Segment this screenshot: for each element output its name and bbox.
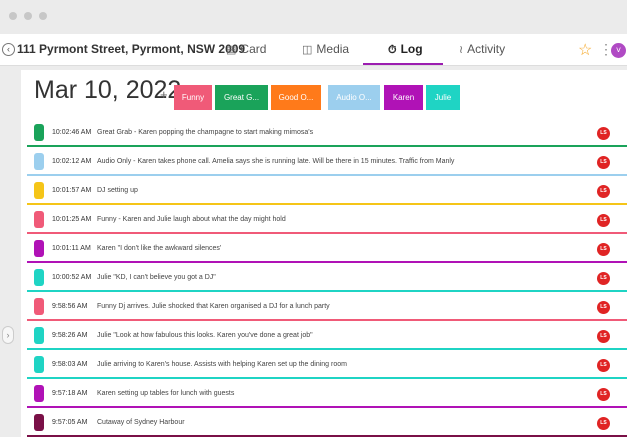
log-entry-time: 10:02:46 AM [52,129,92,136]
top-navigation-bar: ‹ 111 Pyrmont Street, Pyrmont, NSW 2009 … [0,34,627,82]
log-entry-time: 9:58:03 AM [52,361,88,368]
log-entry-text: Great Grab - Karen popping the champagne… [97,129,314,136]
category-color-swatch [34,153,44,170]
category-chip[interactable]: Karen [384,85,423,110]
log-entry-text: Funny Dj arrives. Julie shocked that Kar… [97,303,330,310]
log-entry-time: 9:58:56 AM [52,303,88,310]
log-entry-row[interactable]: 9:57:18 AM Karen setting up tables for lu… [27,380,627,408]
user-avatar[interactable]: ˅ [611,43,626,58]
category-color-swatch [34,182,44,199]
category-underline [27,319,627,321]
category-color-swatch [34,327,44,344]
tab-log[interactable]: ⏱ Log [388,42,423,57]
tab-media-label: Media [316,42,350,56]
log-entry-row[interactable]: 9:58:26 AM Julie "Look at how fabulous th… [27,322,627,350]
app-window: ‹ 111 Pyrmont Street, Pyrmont, NSW 2009 … [0,0,627,437]
sidebar-toggle-icon[interactable]: › [2,326,14,344]
author-initials-badge[interactable]: LS [597,185,610,198]
log-entry-text: Karen setting up tables for lunch with g… [97,390,235,397]
log-entry-time: 10:01:25 AM [52,216,92,223]
category-chip[interactable]: Great G... [215,85,268,110]
author-initials-badge[interactable]: LS [597,359,610,372]
log-entry-row[interactable]: 9:58:56 AM Funny Dj arrives. Julie shocke… [27,293,627,321]
log-entry-text: Julie "Look at how fabulous this looks. … [97,332,313,339]
category-color-swatch [34,240,44,257]
category-underline [27,290,627,292]
log-entry-row[interactable]: 10:01:57 AM DJ setting up LS [27,177,627,205]
category-color-swatch [34,211,44,228]
category-chip[interactable]: Funny [174,85,212,110]
category-underline [27,203,627,205]
category-underline [27,232,627,234]
log-entry-row[interactable]: 9:57:05 AM Cutaway of Sydney Harbour LS [27,409,627,437]
author-initials-badge[interactable]: LS [597,156,610,169]
log-entry-text: Cutaway of Sydney Harbour [97,419,185,426]
tab-activity[interactable]: ≀ Activity [459,42,505,56]
author-initials-badge[interactable]: LS [597,243,610,256]
category-color-swatch [34,385,44,402]
category-chip[interactable]: Audio O... [328,85,380,110]
log-entry-row[interactable]: 9:58:03 AM Julie arriving to Karen's hous… [27,351,627,379]
author-initials-badge[interactable]: LS [597,388,610,401]
log-entry-row[interactable]: 10:02:12 AM Audio Only - Karen takes phon… [27,148,627,176]
log-panel: Mar 10, 2022 + Funny Great G... Good O... A… [21,70,627,437]
media-icon: ◫ [302,44,313,56]
category-color-swatch [34,356,44,373]
log-entry-time: 9:57:18 AM [52,390,88,397]
log-entry-row[interactable]: 10:02:46 AM Great Grab - Karen popping th… [27,119,627,147]
category-underline [27,377,627,379]
tab-media[interactable]: ◫ Media [302,42,349,56]
log-entry-time: 10:01:57 AM [52,187,92,194]
window-minimize-button[interactable] [24,12,32,20]
tab-activity-label: Activity [467,42,506,56]
category-color-swatch [34,124,44,141]
category-color-swatch [34,298,44,315]
pulse-icon: ≀ [459,44,464,56]
category-underline [27,261,627,263]
tab-log-label: Log [400,42,423,56]
log-entry-time: 9:58:26 AM [52,332,88,339]
category-underline [27,145,627,147]
tab-card-label: Card [240,42,267,56]
category-color-swatch [34,269,44,286]
log-entry-text: DJ setting up [97,187,138,194]
log-entry-row[interactable]: 10:00:52 AM Julie "KD, I can't believe yo… [27,264,627,292]
log-entry-time: 10:00:52 AM [52,274,92,281]
category-underline [27,348,627,350]
log-entry-row[interactable]: 10:01:25 AM Funny - Karen and Julie laugh… [27,206,627,234]
log-entry-row[interactable]: 10:01:11 AM Karen "I don't like the awkwa… [27,235,627,263]
star-icon[interactable]: ☆ [578,40,592,60]
timer-icon: ⏱ [388,44,397,56]
log-entry-text: Audio Only - Karen takes phone call. Ame… [97,158,455,165]
category-underline [27,174,627,176]
category-underline [27,406,627,408]
active-tab-indicator [363,63,443,65]
log-entry-time: 10:02:12 AM [52,158,92,165]
author-initials-badge[interactable]: LS [597,330,610,343]
category-color-swatch [34,414,44,431]
log-entry-time: 10:01:11 AM [52,245,91,252]
category-chip[interactable]: Julie [426,85,460,110]
log-entry-text: Julie "KD, I can't believe you got a DJ" [97,274,216,281]
author-initials-badge[interactable]: LS [597,301,610,314]
author-initials-badge[interactable]: LS [597,417,610,430]
card-icon: ▤ [226,44,237,56]
window-close-button[interactable] [9,12,17,20]
author-initials-badge[interactable]: LS [597,127,610,140]
log-entry-time: 9:57:05 AM [52,419,88,426]
category-chip[interactable]: Good O... [271,85,321,110]
author-initials-badge[interactable]: LS [597,272,610,285]
author-initials-badge[interactable]: LS [597,214,610,227]
back-arrow-icon[interactable]: ‹ [2,43,15,56]
log-entry-text: Julie arriving to Karen's house. Assists… [97,361,347,368]
window-zoom-button[interactable] [39,12,47,20]
property-address: 111 Pyrmont Street, Pyrmont, NSW 2009 [17,42,246,56]
log-entry-text: Funny - Karen and Julie laugh about what… [97,216,286,223]
tab-card[interactable]: ▤ Card [226,42,266,56]
window-titlebar [0,0,627,34]
add-category-button[interactable]: + [160,87,168,102]
log-entry-text: Karen "I don't like the awkward silences… [97,245,222,252]
